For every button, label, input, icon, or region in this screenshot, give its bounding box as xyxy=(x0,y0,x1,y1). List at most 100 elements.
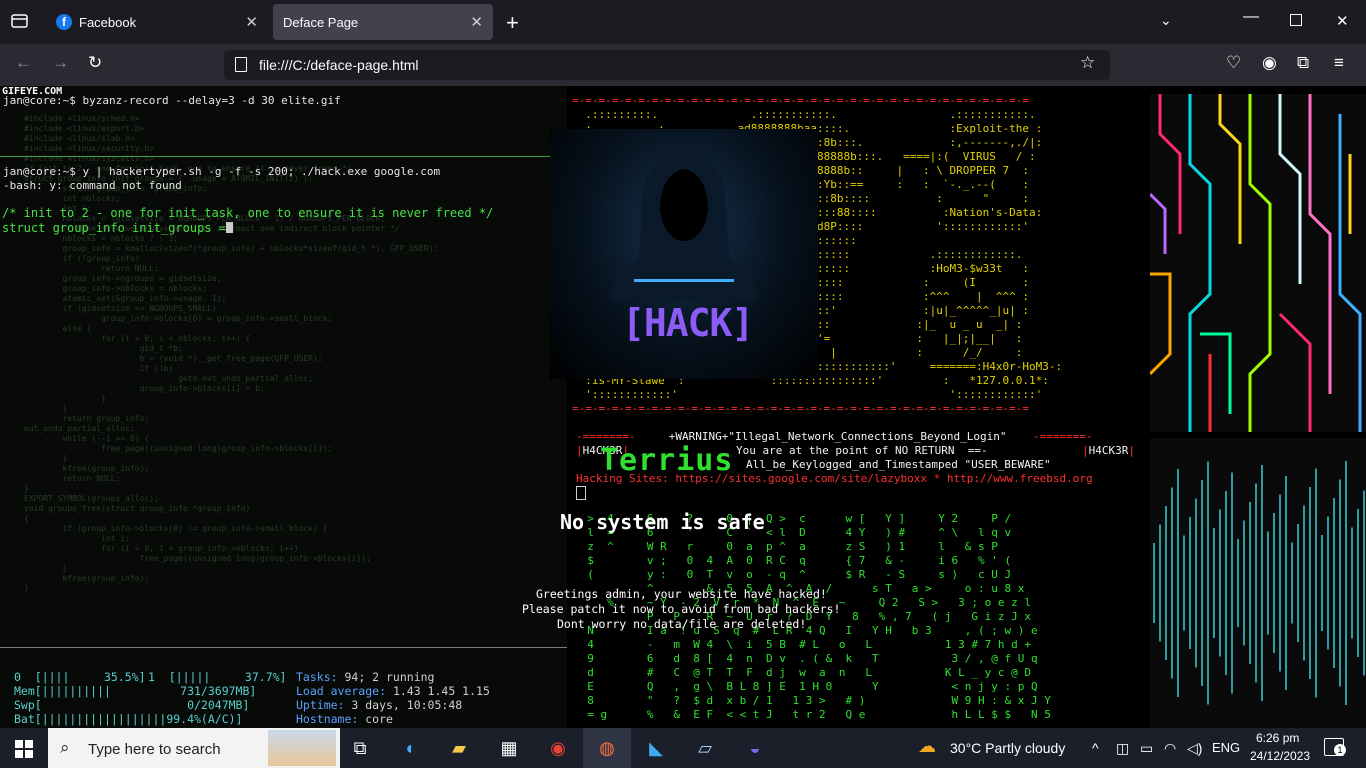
matrix-row: 4 - m W 4 \ i 5 B # L o L 1 3 # 7 h d + xyxy=(574,638,1031,651)
faded-code-line: group_info->blocks[0] = group_info->smal… xyxy=(24,314,333,323)
close-icon[interactable]: ✕ xyxy=(245,13,258,31)
minimize-icon[interactable]: — xyxy=(1243,8,1259,26)
notepad-icon[interactable]: ▱ xyxy=(690,733,720,763)
htop-separator xyxy=(0,647,567,648)
chrome-icon[interactable]: ◉ xyxy=(543,733,573,763)
search-icon: ⌕ xyxy=(60,738,70,757)
tab-facebook[interactable]: f Facebook ✕ xyxy=(46,4,268,40)
terrius-title: Terrius xyxy=(600,443,734,478)
matrix-row: 9 6 d 8 [ 4 n D v . ( & k T 3 / , @ f U … xyxy=(574,652,1038,665)
weather-text[interactable]: 30°C Partly cloudy xyxy=(950,740,1065,756)
volume-icon[interactable]: ◁) xyxy=(1187,740,1202,757)
faded-code-line: group_info->blocks[i] = b; xyxy=(24,384,265,393)
eclipse-icon[interactable]: ◒ xyxy=(740,733,770,763)
restore-icon[interactable] xyxy=(1290,14,1302,26)
battery-icon[interactable]: ▭ xyxy=(1140,740,1153,757)
cursor xyxy=(225,222,233,233)
matrix-row: z ^ W R r 0 a p ^ a z S ) 1 l & s P xyxy=(574,540,998,553)
greeting-line-3: Dont worry no data/file are deleted! xyxy=(557,617,807,631)
htop-uptime: Uptime: 3 days, 10:05:48 xyxy=(296,698,463,712)
faded-code-line: if (group_info->blocks[0] != group_info-… xyxy=(24,524,328,533)
forward-icon[interactable]: → xyxy=(52,53,69,73)
chevron-up-icon[interactable]: ^ xyxy=(1092,740,1099,756)
store-icon[interactable]: ▦ xyxy=(494,733,524,763)
close-window-icon[interactable]: ✕ xyxy=(1336,12,1349,30)
tab-deface-page[interactable]: Deface Page ✕ xyxy=(273,4,493,40)
faded-code-line: b = (void *)__get_free_page(GFP_USER); xyxy=(24,354,323,363)
faded-code-line: goto out_undo_partial_alloc; xyxy=(24,374,313,383)
htop-mem: Mem[|||||||||| 731/3697MB] xyxy=(14,684,257,698)
faded-code-line: int nblocks; xyxy=(24,194,121,203)
clock-date[interactable]: 24/12/2023 xyxy=(1250,749,1310,763)
search-placeholder: Type here to search xyxy=(88,741,221,758)
windows-start-icon[interactable] xyxy=(15,740,33,758)
chevron-down-icon[interactable]: ⌄ xyxy=(1160,12,1172,29)
pocket-icon[interactable]: ♡ xyxy=(1226,53,1241,73)
firefox-icon[interactable]: ◍ xyxy=(592,733,622,763)
separator xyxy=(0,156,550,157)
htop-hostname: Hostname: core xyxy=(296,712,393,726)
faded-code-line: kfree(group_info); xyxy=(24,574,150,583)
faded-code-line: } xyxy=(24,394,106,403)
account-icon[interactable]: ◉ xyxy=(1262,53,1277,73)
tab-list-icon[interactable] xyxy=(11,12,28,29)
no-system-safe-heading: No system is safe xyxy=(560,510,765,534)
htop-load: Load average: 1.43 1.45 1.15 xyxy=(296,684,490,698)
greeting-line-2: Please patch it now to avoid from bad ha… xyxy=(522,602,841,616)
faded-code-line: for (i = 0; i < group_info->nblocks; i++… xyxy=(24,544,299,553)
faded-code-line: else { xyxy=(24,324,92,333)
matrix-row: E Q , g \ B L 8 ] E 1 H 0 Y < n j y : p … xyxy=(574,680,1038,693)
faded-code-line: free_page((unsigned long)group_info->blo… xyxy=(24,554,371,563)
faded-code-line: } xyxy=(24,404,68,413)
faded-code-line: group_info->nblocks = nblocks; xyxy=(24,284,208,293)
faded-code-line: group_info = kmalloc(sizeof(*group_info)… xyxy=(24,244,439,253)
faded-code-line: } xyxy=(24,564,68,573)
camera-icon[interactable]: ◫ xyxy=(1116,740,1129,757)
page-icon xyxy=(235,57,247,72)
htop-bat: Bat[||||||||||||||||||99.4%(A/C)] xyxy=(14,712,243,726)
faded-code-line: atomic_set(&group_info->usage, 1); xyxy=(24,294,227,303)
close-icon[interactable]: ✕ xyxy=(470,13,483,31)
language-indicator[interactable]: ENG xyxy=(1212,740,1240,755)
vscode-icon[interactable]: ◣ xyxy=(641,733,671,763)
edge-icon[interactable]: ◐ xyxy=(396,733,426,763)
facebook-icon: f xyxy=(56,14,72,30)
matrix-row: d # C @ T T F d j w a n L K L _ y c @ D xyxy=(574,666,1031,679)
faded-code-line: gid_t *b; xyxy=(24,344,183,353)
task-view-icon[interactable]: ⧉ xyxy=(345,733,375,763)
weather-icon[interactable]: ☁ xyxy=(918,736,936,757)
notification-count: 1 xyxy=(1334,744,1346,756)
htop-swp: Swp[ 0/2047MB] xyxy=(14,698,250,712)
faded-code-line: } xyxy=(24,484,29,493)
terminal-panel: GIFEYE.COM jan@core:~$ byzanz-record --d… xyxy=(0,86,567,728)
new-tab-icon[interactable]: + xyxy=(506,10,519,36)
faded-code-line: for (i = 0; i < nblocks; i++) { xyxy=(24,334,251,343)
htop-cpu0: 0 [|||| 35.5%] xyxy=(14,670,146,684)
bookmark-star-icon[interactable]: ☆ xyxy=(1080,53,1095,73)
banner-line: =-=-=-=-=-=-=-=-=-=-=-=-=-=-=-=-=-=-=-=-… xyxy=(572,402,1029,415)
tab-label: Facebook xyxy=(79,14,137,30)
reload-icon[interactable]: ↻ xyxy=(88,53,102,73)
extensions-icon[interactable]: ⧉ xyxy=(1297,53,1309,73)
faded-code-line: return NULL; xyxy=(24,474,121,483)
faded-code-line: if (!group_info) xyxy=(24,254,140,263)
htop-tasks: Tasks: 94; 2 running xyxy=(296,670,435,684)
hack-logo-text: [HACK] xyxy=(622,301,754,345)
wifi-icon[interactable]: ◠ xyxy=(1164,740,1176,757)
search-highlight-image xyxy=(268,730,336,766)
hacker-image: [HACK] xyxy=(550,129,818,379)
banner-line: '::::::::::::' '::::::::::::' xyxy=(572,388,1043,401)
faded-code-line: #include <linux/security.h> xyxy=(24,144,155,153)
terminal-error: -bash: y: command not found xyxy=(3,179,182,192)
back-icon[interactable]: ← xyxy=(15,53,32,73)
clock-time[interactable]: 6:26 pm xyxy=(1256,731,1299,745)
url-text[interactable]: file:///C:/deface-page.html xyxy=(259,57,419,73)
file-explorer-icon[interactable]: ▰ xyxy=(444,733,474,763)
menu-icon[interactable]: ≡ xyxy=(1334,53,1344,73)
code-comment: /* init to 2 - one for init_task, one to… xyxy=(2,206,494,220)
deface-page: GIFEYE.COM jan@core:~$ byzanz-record --d… xyxy=(0,86,1366,728)
faded-code-line: return NULL; xyxy=(24,264,159,273)
faded-code-line: #include <linux/sched.h> xyxy=(24,114,140,123)
faded-code-line: { xyxy=(24,514,29,523)
faded-code-line: void groups_free(struct group_info *grou… xyxy=(24,504,251,513)
